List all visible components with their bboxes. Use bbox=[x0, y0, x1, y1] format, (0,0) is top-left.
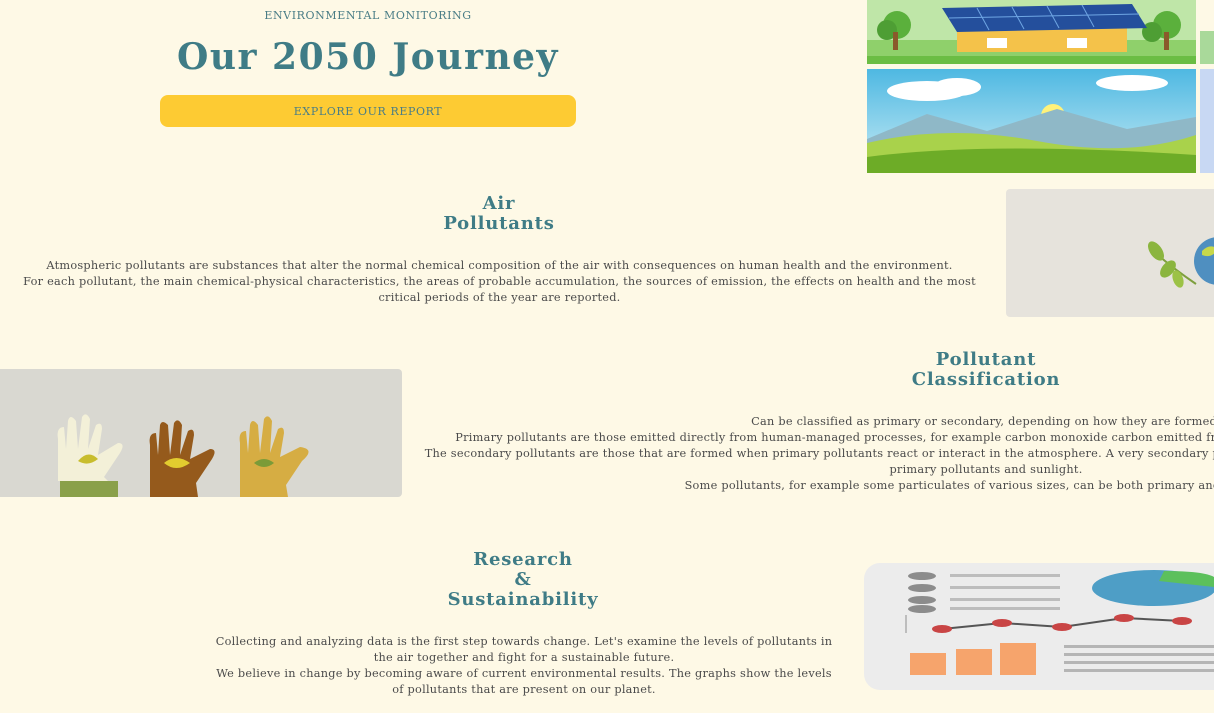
research-title-line2: & bbox=[514, 569, 532, 590]
research-text-line-2: We believe in change by becoming aware o… bbox=[216, 667, 832, 696]
research-title-line3: Sustainability bbox=[447, 589, 599, 610]
classification-title-line2: Classification bbox=[911, 369, 1061, 390]
air-title-line2: Pollutants bbox=[443, 213, 555, 234]
classification-text-line-2: Primary pollutants are those emitted dir… bbox=[455, 431, 1214, 444]
research-text: Collecting and analyzing data is the fir… bbox=[214, 634, 834, 698]
solar-house-image bbox=[867, 0, 1196, 64]
hands-image bbox=[0, 369, 402, 497]
explore-report-button[interactable]: EXPLORE OUR REPORT bbox=[160, 95, 576, 127]
classification-heading: Pollutant Classification bbox=[886, 350, 1086, 390]
research-heading: Research & Sustainability bbox=[423, 550, 623, 610]
dashboard-image bbox=[864, 563, 1214, 690]
classification-text: Can be classified as primary or secondar… bbox=[412, 414, 1214, 494]
classification-text-line-4: Some pollutants, for example some partic… bbox=[684, 479, 1214, 492]
classification-text-line-1: Can be classified as primary or secondar… bbox=[751, 415, 1214, 428]
hero-eyebrow: ENVIRONMENTAL MONITORING bbox=[264, 9, 472, 22]
air-text-line-2: For each pollutant, the main chemical-ph… bbox=[23, 275, 976, 304]
air-pollutants-text: Atmospheric pollutants are substances th… bbox=[22, 258, 977, 306]
page: ENVIRONMENTAL MONITORING Our 2050 Journe… bbox=[0, 0, 1214, 713]
green-tile-image bbox=[1200, 31, 1214, 64]
research-title-line1: Research bbox=[473, 549, 573, 570]
air-pollutants-heading: Air Pollutants bbox=[399, 194, 599, 234]
air-text-line-1: Atmospheric pollutants are substances th… bbox=[46, 259, 953, 272]
research-text-line-1: Collecting and analyzing data is the fir… bbox=[215, 635, 833, 664]
landscape-image bbox=[867, 69, 1196, 173]
blue-tile-image bbox=[1200, 69, 1214, 173]
air-title-line1: Air bbox=[482, 193, 516, 214]
classification-text-line-3: The secondary pollutants are those that … bbox=[424, 447, 1214, 476]
classification-title-line1: Pollutant bbox=[935, 349, 1037, 370]
earth-leaf-image bbox=[1006, 189, 1214, 317]
hero-title: Our 2050 Journey bbox=[177, 36, 559, 78]
